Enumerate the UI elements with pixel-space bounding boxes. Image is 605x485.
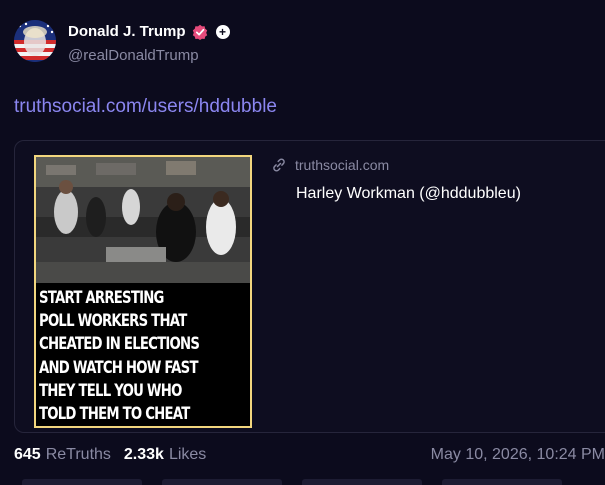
card-image-caption: START ARRESTING POLL WORKERS THAT CHEATE… bbox=[36, 283, 250, 426]
action-bar-edge bbox=[0, 479, 605, 485]
card-image[interactable]: START ARRESTING POLL WORKERS THAT CHEATE… bbox=[34, 155, 252, 428]
action-button-edge[interactable] bbox=[302, 479, 422, 485]
plus-badge-icon: + bbox=[215, 24, 230, 39]
verified-check-icon bbox=[192, 24, 207, 40]
caption-line: AND WATCH HOW FAST bbox=[39, 357, 198, 378]
caption-line: START ARRESTING bbox=[39, 288, 164, 309]
card-domain: truthsocial.com bbox=[295, 157, 390, 173]
card-domain-row: truthsocial.com bbox=[271, 157, 389, 173]
caption-line: CHEATED IN ELECTIONS bbox=[39, 334, 200, 355]
author-name[interactable]: Donald J. Trump bbox=[68, 23, 186, 40]
action-button-edge[interactable] bbox=[22, 479, 142, 485]
author-handle[interactable]: @realDonaldTrump bbox=[68, 47, 199, 64]
caption-line: POLL WORKERS THAT bbox=[39, 311, 187, 332]
retruths-label[interactable]: ReTruths bbox=[46, 446, 111, 464]
action-button-edge[interactable] bbox=[442, 479, 562, 485]
caption-line: THEY TELL YOU WHO bbox=[39, 380, 182, 401]
post-timestamp[interactable]: May 10, 2026, 10:24 PM bbox=[431, 446, 605, 464]
card-photo bbox=[36, 157, 250, 283]
link-preview-card[interactable]: START ARRESTING POLL WORKERS THAT CHEATE… bbox=[14, 140, 605, 433]
post-stats: 645 ReTruths 2.33k Likes bbox=[14, 446, 214, 464]
caption-line: TOLD THEM TO CHEAT bbox=[39, 403, 190, 424]
author-name-row[interactable]: Donald J. Trump + bbox=[68, 23, 230, 40]
post-link[interactable]: truthsocial.com/users/hddubble bbox=[14, 96, 277, 118]
action-button-edge[interactable] bbox=[162, 479, 282, 485]
avatar-flag-image bbox=[14, 20, 56, 62]
likes-count[interactable]: 2.33k bbox=[124, 446, 164, 464]
retruths-count[interactable]: 645 bbox=[14, 446, 41, 464]
card-title[interactable]: Harley Workman (@hddubbleu) bbox=[296, 185, 521, 203]
likes-label[interactable]: Likes bbox=[169, 446, 206, 464]
link-chain-icon bbox=[273, 158, 285, 172]
author-avatar[interactable] bbox=[14, 20, 56, 62]
